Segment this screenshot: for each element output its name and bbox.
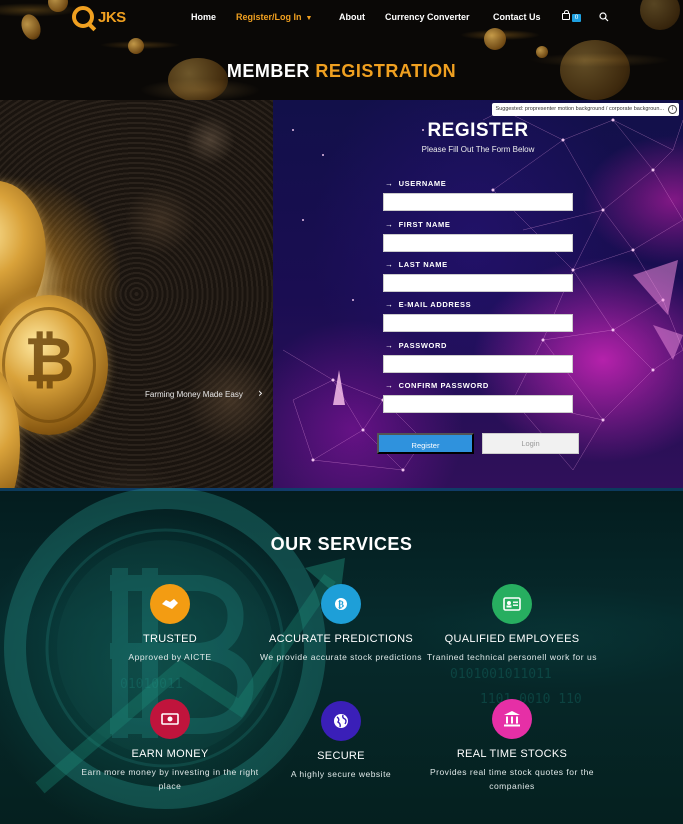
id-card-icon (503, 597, 521, 611)
service-description: Tranined technical personell work for us (427, 652, 597, 662)
site-header: JKS Home Register/Log In ▼ About Currency… (0, 0, 683, 102)
svg-text:₿: ₿ (338, 600, 344, 611)
service-description: A highly secure website (290, 769, 392, 779)
hero-slider: ₿ Farming Money Made Easy › (0, 100, 273, 488)
service-title: EARN MONEY (131, 748, 209, 760)
register-title: REGISTER (427, 120, 529, 141)
nav-contact-us[interactable]: Contact Us (493, 12, 541, 22)
username-label-text: USERNAME (398, 179, 447, 188)
coin-decoration (484, 28, 506, 50)
service-description: Approved by AICTE (128, 652, 212, 662)
first-name-field[interactable] (383, 234, 573, 252)
page-title-part2: REGISTRATION (315, 61, 457, 81)
service-icon-circle (150, 584, 190, 624)
service-card-trusted: TRUSTED Approved by AICTE (80, 584, 260, 664)
search-icon[interactable] (599, 12, 609, 22)
service-icon-circle (321, 701, 361, 741)
register-panel: Suggested: propresenter motion backgroun… (273, 100, 683, 488)
nav-home[interactable]: Home (191, 12, 216, 22)
username-label: → USERNAME (385, 179, 446, 188)
first-name-label-text: FIRST NAME (398, 220, 451, 229)
last-name-label: → LAST NAME (385, 260, 448, 269)
cart-button[interactable]: 0 (562, 10, 582, 23)
handshake-icon (162, 599, 178, 609)
coin-decoration (128, 38, 144, 54)
chevron-down-icon: ▼ (305, 15, 313, 22)
arrow-right-icon: → (385, 341, 394, 350)
services-title: OUR SERVICES (270, 534, 413, 554)
password-label-text: PASSWORD (398, 341, 448, 350)
binary-digits: 01010011 (120, 677, 183, 692)
slide-caption: Farming Money Made Easy (145, 390, 243, 399)
cart-count-badge: 0 (572, 14, 581, 22)
service-description: Earn more money by investing in the righ… (81, 767, 259, 791)
last-name-label-text: LAST NAME (398, 260, 448, 269)
binary-digits: 0101001011011 (450, 667, 552, 682)
page-title-part1: MEMBER (226, 61, 310, 81)
suggestion-text: Suggested: propresenter motion backgroun… (495, 106, 664, 112)
info-icon[interactable]: i (668, 105, 677, 114)
service-icon-circle (492, 699, 532, 739)
service-card-real-time-stocks: REAL TIME STOCKS Provides real time stoc… (422, 699, 602, 793)
service-description: Provides real time stock quotes for the … (429, 767, 595, 791)
nav-register-login-label: Register/Log In (236, 12, 302, 22)
confirm-password-label: → CONFIRM PASSWORD (385, 381, 489, 390)
service-description: We provide accurate stock predictions (260, 652, 422, 662)
chevron-right-icon[interactable]: › (258, 386, 263, 400)
arrow-right-icon: → (385, 381, 394, 390)
network-background (282, 109, 683, 472)
service-title: QUALIFIED EMPLOYEES (444, 633, 580, 645)
username-field[interactable] (383, 193, 573, 211)
coin-decoration (536, 46, 548, 58)
register-subtitle: Please Fill Out The Form Below (421, 145, 535, 154)
email-field[interactable] (383, 314, 573, 332)
service-card-accurate-predictions: ₿ ACCURATE PREDICTIONS We provide accura… (251, 584, 431, 664)
password-field[interactable] (383, 355, 573, 373)
service-title: TRUSTED (142, 633, 198, 645)
first-name-label: → FIRST NAME (385, 220, 450, 229)
register-button[interactable]: Register (377, 433, 474, 454)
login-button[interactable]: Login (482, 433, 579, 454)
arrow-right-icon: → (385, 260, 394, 269)
service-title: SECURE (317, 750, 365, 762)
bitcoin-symbol-icon: ₿ (24, 323, 75, 396)
nav-currency-converter[interactable]: Currency Converter (385, 12, 470, 22)
service-card-earn-money: EARN MONEY Earn more money by investing … (80, 699, 260, 793)
nav-register-login[interactable]: Register/Log In ▼ (236, 12, 312, 22)
service-icon-circle: ₿ (321, 584, 361, 624)
service-title: ACCURATE PREDICTIONS (269, 633, 413, 645)
bank-icon (504, 711, 520, 727)
email-label-text: E-MAIL ADDRESS (398, 300, 472, 309)
money-icon (161, 713, 179, 725)
service-card-secure: SECURE A highly secure website (251, 701, 431, 781)
service-card-qualified-employees: QUALIFIED EMPLOYEES Tranined technical p… (422, 584, 602, 664)
confirm-password-field[interactable] (383, 395, 573, 413)
globe-icon (334, 714, 348, 728)
coin-decoration (48, 0, 68, 12)
nav-about[interactable]: About (339, 12, 365, 22)
last-name-field[interactable] (383, 274, 573, 292)
page-title: MEMBER REGISTRATION (0, 61, 683, 82)
arrow-right-icon: → (385, 179, 394, 188)
service-icon-circle (492, 584, 532, 624)
service-title: REAL TIME STOCKS (456, 748, 568, 760)
email-label: → E-MAIL ADDRESS (385, 300, 471, 309)
arrow-right-icon: → (385, 220, 394, 229)
bitcoin-icon: ₿ (335, 598, 347, 611)
shopping-bag-icon (562, 10, 570, 20)
suggestion-tooltip[interactable]: Suggested: propresenter motion backgroun… (491, 103, 679, 116)
service-icon-circle (150, 699, 190, 739)
services-section: 0101001011011 1101 0010 110 01010011 OUR… (0, 488, 683, 824)
confirm-password-label-text: CONFIRM PASSWORD (398, 381, 489, 390)
password-label: → PASSWORD (385, 341, 447, 350)
arrow-right-icon: → (385, 300, 394, 309)
